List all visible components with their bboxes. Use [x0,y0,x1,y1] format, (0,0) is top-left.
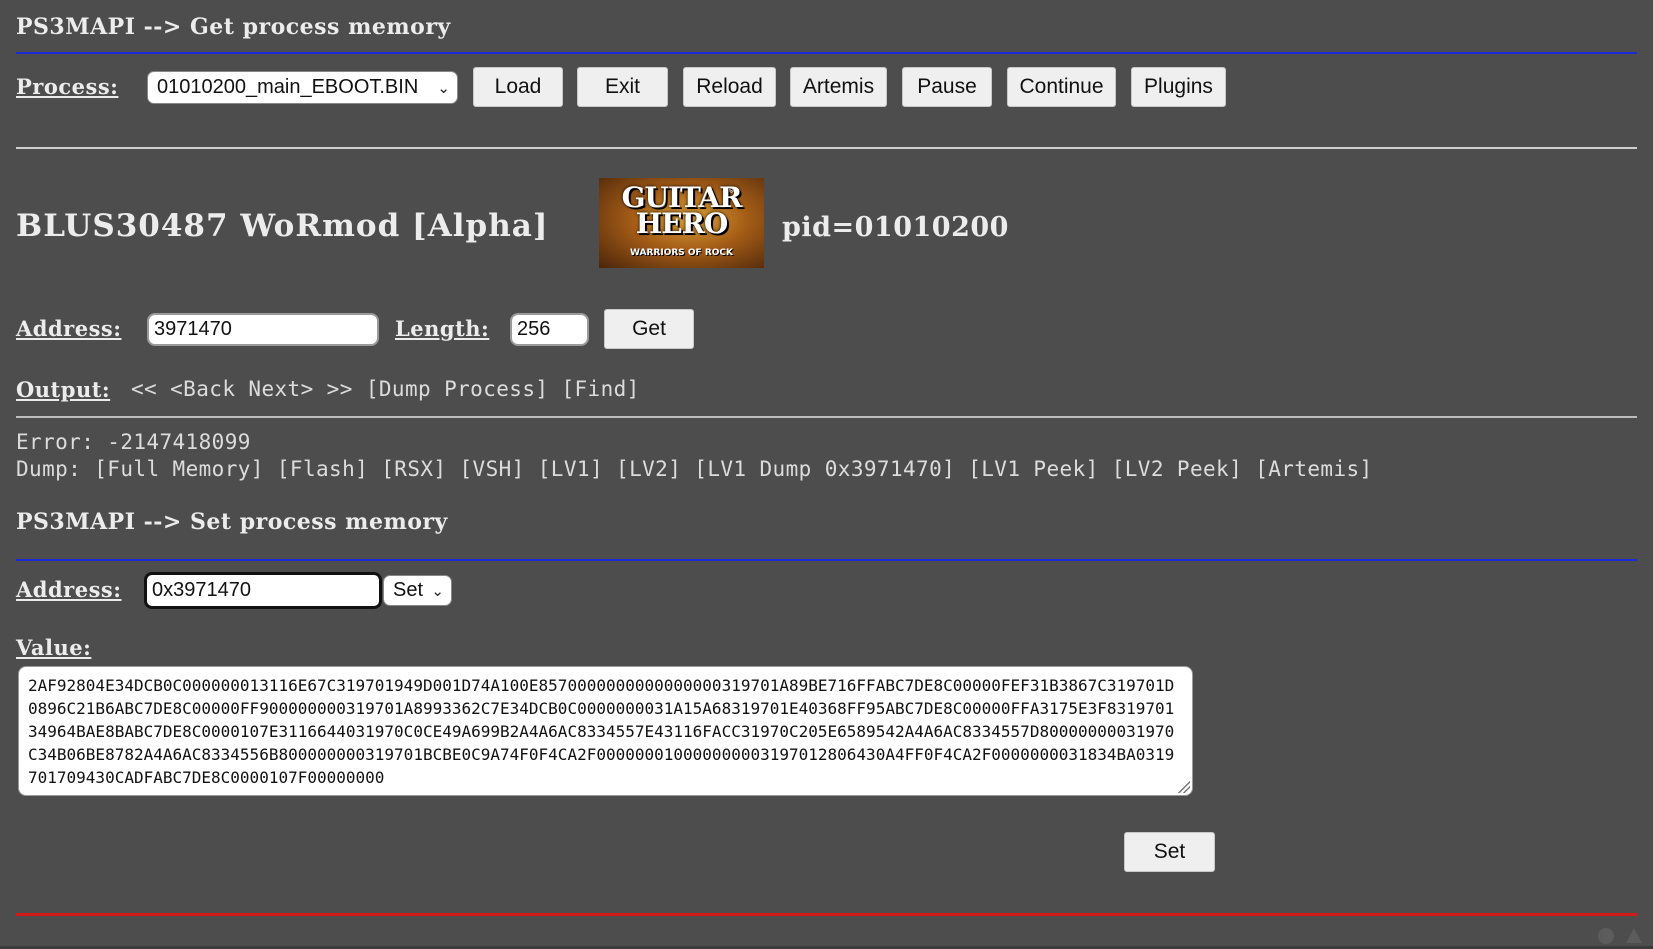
output-nav: << <Back Next> >> [Dump Process] [Find] [131,377,640,401]
set-address-input[interactable]: 0x3971470 [144,572,382,609]
load-button[interactable]: Load [473,67,563,107]
cover-logo-line2: HERO [635,207,728,240]
set-address-label[interactable]: Address: [16,577,121,602]
dump-lv2-link[interactable]: [LV2] [616,457,681,481]
address-input[interactable]: 3971470 [147,313,379,346]
set-memory-header: PS3MAPI --> Set process memory [16,509,448,535]
dump-full-memory-link[interactable]: [Full Memory] [94,457,264,481]
reload-button[interactable]: Reload [683,67,776,107]
dump-artemis-link[interactable]: [Artemis] [1255,457,1372,481]
footer-divider [16,913,1637,916]
registered-mark-icon: ® [729,186,734,195]
artemis-button[interactable]: Artemis [790,67,887,107]
dump-line: Dump: [Full Memory] [Flash] [RSX] [VSH] … [16,457,1373,481]
process-select[interactable]: 01010200_main_EBOOT.BIN ⌄ [147,71,458,104]
lv2-peek-link[interactable]: [LV2 Peek] [1112,457,1242,481]
nav-first-link[interactable]: << [131,377,157,401]
page-frame: PS3MAPI --> Get process memory Process: … [0,0,1653,949]
chevron-down-icon: ⌄ [431,582,444,600]
exit-button[interactable]: Exit [577,67,668,107]
dump-flash-link[interactable]: [Flash] [277,457,368,481]
length-label[interactable]: Length: [395,316,489,341]
dump-process-link[interactable]: [Dump Process] [366,377,549,401]
cover-logo-sub: WARRIORS OF ROCK [630,248,733,258]
chevron-down-icon: ⌄ [437,79,450,97]
pause-button[interactable]: Pause [902,67,992,107]
output-label[interactable]: Output: [16,377,110,402]
set-button[interactable]: Set [1124,832,1215,872]
error-line: Error: -2147418099 [16,430,251,454]
value-label[interactable]: Value: [16,635,91,660]
continue-button[interactable]: Continue [1007,67,1116,107]
get-button[interactable]: Get [604,309,694,349]
set-mode-select[interactable]: Set ⌄ [383,575,452,606]
circle-icon[interactable] [1598,928,1614,944]
length-input[interactable]: 256 [510,313,589,346]
game-cover-image[interactable]: GUITAR HERO WARRIORS OF ROCK ® [599,178,764,268]
dump-rsx-link[interactable]: [RSX] [381,457,446,481]
process-label[interactable]: Process: [16,74,118,99]
triangle-up-icon[interactable] [1626,928,1642,943]
value-text: 2AF92804E34DCB0C000000013116E67C31970194… [28,676,1175,787]
dump-label: Dump: [16,457,82,481]
find-link[interactable]: [Find] [561,377,639,401]
nav-last-link[interactable]: >> [327,377,353,401]
plugins-button[interactable]: Plugins [1131,67,1226,107]
dump-vsh-link[interactable]: [VSH] [460,457,525,481]
nav-next-link[interactable]: Next> [248,377,313,401]
get-memory-header: PS3MAPI --> Get process memory [16,14,451,40]
lv1-dump-address-link[interactable]: [LV1 Dump 0x3971470] [694,457,955,481]
set-header-divider [16,559,1637,561]
process-select-value: 01010200_main_EBOOT.BIN [157,76,419,98]
output-divider [16,416,1637,418]
set-mode-value: Set [393,579,424,601]
lv1-peek-link[interactable]: [LV1 Peek] [968,457,1098,481]
resize-handle-icon[interactable] [1178,781,1190,793]
process-id: pid=01010200 [782,212,1009,243]
header-divider [16,52,1637,54]
game-title: BLUS30487 WoRmod [Alpha] [16,208,549,244]
section-divider [16,147,1637,149]
nav-back-link[interactable]: <Back [170,377,235,401]
address-label[interactable]: Address: [16,316,121,341]
dump-lv1-link[interactable]: [LV1] [538,457,603,481]
value-textarea[interactable]: 2AF92804E34DCB0C000000013116E67C31970194… [18,666,1193,796]
